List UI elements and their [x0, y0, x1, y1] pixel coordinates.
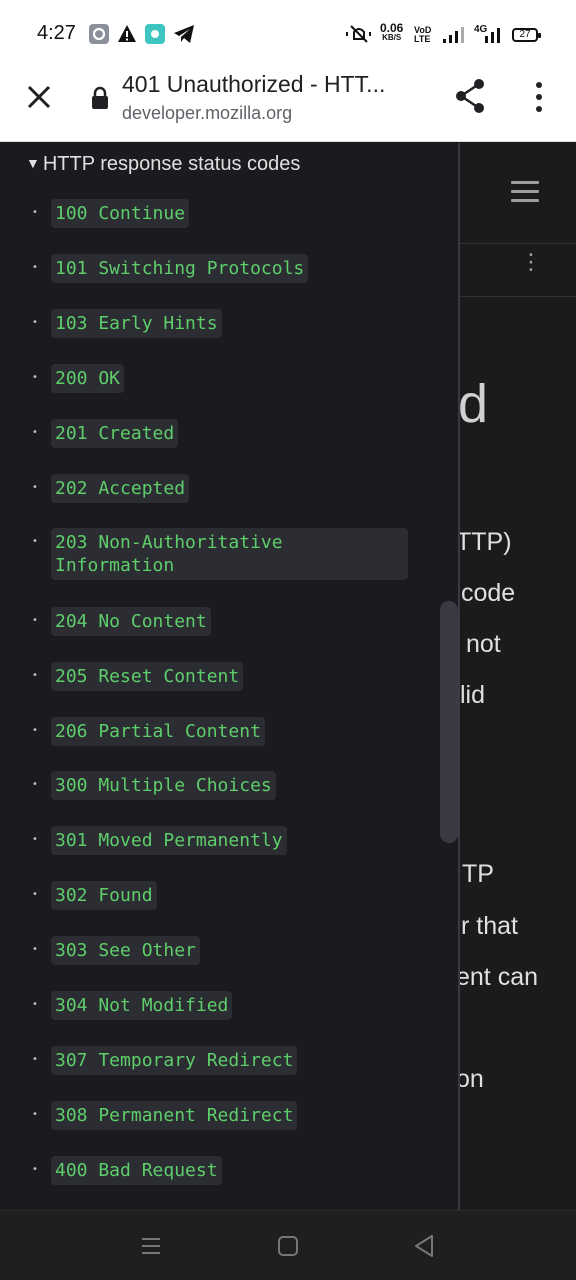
page-text-fragment: TTP)	[460, 528, 512, 556]
bullet-icon: •	[32, 207, 38, 218]
sidebar-section-heading[interactable]: ▼ HTTP response status codes	[26, 153, 300, 176]
sidebar-link-201[interactable]: 201 Created	[51, 419, 179, 448]
sidebar-link-205[interactable]: 205 Reset Content	[51, 662, 244, 691]
browser-toolbar: 401 Unauthorized - HTT... developer.mozi…	[0, 62, 576, 142]
more-vert-icon[interactable]	[528, 80, 550, 114]
sidebar-heading-label: HTTP response status codes	[42, 153, 301, 175]
settings-app-icon	[89, 24, 109, 44]
sidebar-link-307[interactable]: 307 Temporary Redirect	[51, 1046, 298, 1075]
signal-icon-2	[485, 28, 500, 43]
net-speed-unit: KB/S	[382, 33, 402, 42]
net-speed: 0.06 KB/S	[380, 21, 404, 43]
sidebar-link-308[interactable]: 308 Permanent Redirect	[51, 1101, 298, 1130]
system-navigation-bar	[0, 1210, 576, 1280]
bullet-icon: •	[32, 427, 38, 438]
sidebar-link-103[interactable]: 103 Early Hints	[51, 309, 222, 338]
page-text-fragment: not	[466, 630, 501, 658]
sidebar-link-202[interactable]: 202 Accepted	[51, 474, 190, 503]
sidebar-link-304[interactable]: 304 Not Modified	[51, 991, 233, 1020]
page-text-fragment: lid	[460, 681, 486, 709]
page-toolbar: ⋮	[460, 243, 576, 297]
sidebar-navigation: ▼ HTTP response status codes • 100 Contin…	[0, 143, 460, 1210]
page-text-fragment: r that	[461, 912, 518, 940]
bullet-icon: •	[32, 1054, 38, 1065]
share-icon[interactable]	[452, 76, 488, 116]
net-speed-value: 0.06	[380, 21, 404, 35]
bullet-icon: •	[32, 262, 38, 273]
close-icon[interactable]	[22, 80, 56, 114]
battery-icon: 27	[512, 28, 541, 42]
bullet-icon: •	[32, 944, 38, 955]
bullet-icon: •	[32, 1109, 38, 1120]
mute-icon	[346, 25, 371, 43]
sidebar-link-206[interactable]: 206 Partial Content	[51, 717, 265, 746]
sidebar-link-400[interactable]: 400 Bad Request	[51, 1156, 222, 1185]
bullet-icon: •	[32, 372, 38, 383]
volte-bottom: LTE	[414, 34, 431, 44]
page-text-fragment: TP	[462, 860, 494, 888]
page-text-fragment: on	[460, 1065, 484, 1093]
sidebar-link-203[interactable]: 203 Non-Authoritative Information	[51, 528, 408, 580]
sidebar-link-101[interactable]: 101 Switching Protocols	[51, 254, 309, 283]
scrollbar-thumb[interactable]	[440, 601, 458, 843]
page-text-fragment: code	[461, 579, 516, 607]
lock-icon[interactable]	[90, 86, 110, 110]
page-content-behind: ⋮ d TTP) code not lid TP r that ent can …	[460, 143, 576, 1210]
disclosure-triangle-icon[interactable]: ▼	[26, 155, 40, 171]
sidebar-link-100[interactable]: 100 Continue	[51, 199, 190, 228]
bullet-icon: •	[32, 725, 38, 736]
telegram-icon	[174, 25, 194, 43]
bullet-icon: •	[32, 1164, 38, 1175]
sidebar-link-303[interactable]: 303 See Other	[51, 936, 200, 965]
signal-icon	[443, 27, 464, 43]
page-text-fragment: ent can	[460, 963, 539, 991]
bullet-icon: •	[32, 779, 38, 790]
sidebar-link-200[interactable]: 200 OK	[51, 364, 125, 393]
status-time: 4:27	[37, 22, 76, 44]
status-bar: 4:27 0.06 KB/S VoD LTE 4G 27	[0, 0, 576, 62]
volte-indicator: VoD LTE	[414, 26, 431, 44]
sidebar-link-302[interactable]: 302 Found	[51, 881, 157, 910]
page-heading-fragment: d	[460, 374, 489, 434]
bullet-icon: •	[32, 615, 38, 626]
home-icon[interactable]	[275, 1233, 301, 1259]
bullet-icon: •	[32, 999, 38, 1010]
app-icon	[145, 24, 165, 44]
bullet-icon: •	[32, 536, 38, 547]
recent-apps-icon[interactable]	[138, 1233, 164, 1259]
hamburger-menu-icon[interactable]	[511, 181, 539, 203]
bullet-icon: •	[32, 670, 38, 681]
sidebar-link-204[interactable]: 204 No Content	[51, 607, 211, 636]
bullet-icon: •	[32, 889, 38, 900]
bullet-icon: •	[32, 834, 38, 845]
bullet-icon: •	[32, 317, 38, 328]
page-more-icon[interactable]: ⋮	[520, 252, 542, 274]
url-host[interactable]: developer.mozilla.org	[122, 103, 292, 124]
bullet-icon: •	[32, 482, 38, 493]
warning-icon	[118, 25, 136, 42]
sidebar-link-301[interactable]: 301 Moved Permanently	[51, 826, 287, 855]
back-icon[interactable]	[411, 1233, 437, 1259]
sidebar-link-300[interactable]: 300 Multiple Choices	[51, 771, 276, 800]
page-title[interactable]: 401 Unauthorized - HTT...	[122, 71, 385, 98]
